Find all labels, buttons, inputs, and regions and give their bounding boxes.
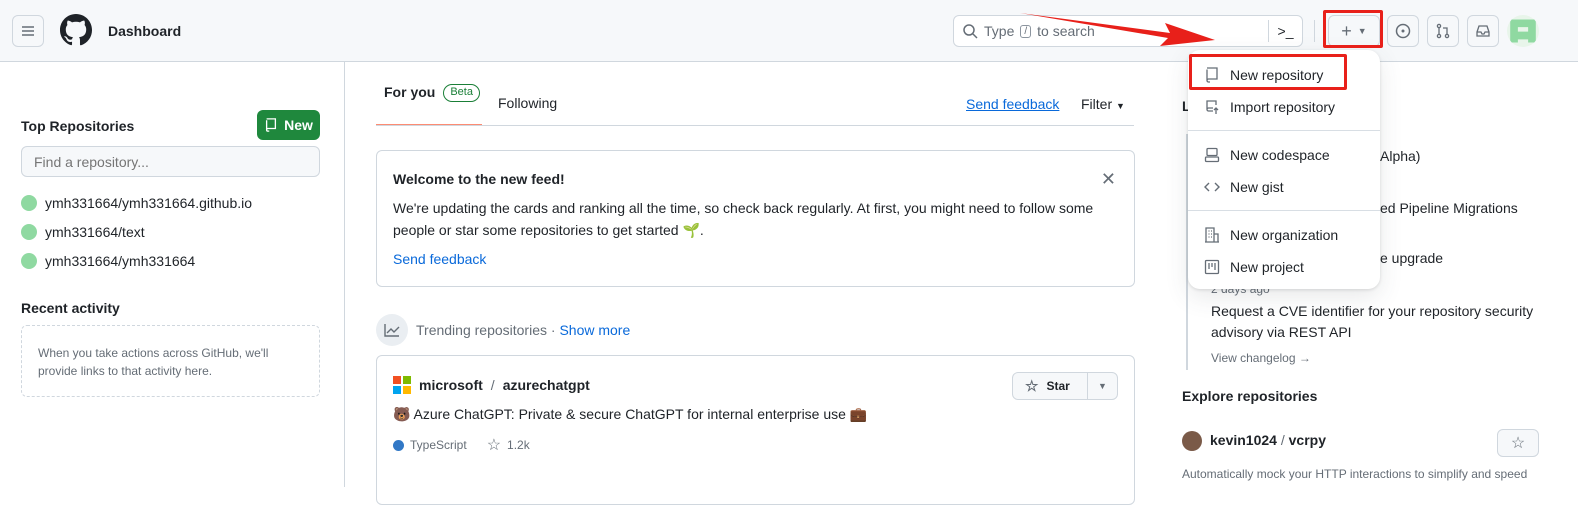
tab-for-you[interactable]: For you Beta [376, 84, 482, 126]
repo-list-item[interactable]: ymh331664/ymh331664.github.io [21, 195, 252, 224]
language-color-dot [393, 439, 404, 451]
sidebar: Top Repositories New ymh331664/ymh331664… [0, 62, 345, 487]
triangle-down-icon: ▼ [1116, 101, 1125, 111]
show-more-link[interactable]: Show more [559, 322, 630, 338]
menu-item-new-gist[interactable]: New gist [1188, 171, 1380, 203]
issues-button[interactable] [1387, 15, 1419, 47]
top-repositories-title: Top Repositories [21, 118, 135, 134]
explore-title: Explore repositories [1182, 388, 1318, 404]
explore-description: Automatically mock your HTTP interaction… [1182, 467, 1528, 481]
close-icon[interactable]: ✕ [1101, 169, 1116, 190]
inbox-button[interactable] [1467, 15, 1499, 47]
organization-icon [1205, 227, 1219, 243]
welcome-feedback-link[interactable]: Send feedback [393, 251, 1118, 267]
star-icon: ☆ [1025, 378, 1039, 395]
welcome-title: Welcome to the new feed! [393, 171, 565, 187]
repo-list-item[interactable]: ymh331664/ymh331664 [21, 253, 252, 282]
trending-repo-card: microsoft / azurechatgpt ☆ Star ▼ 🐻 Azure C… [376, 355, 1135, 505]
find-repository-input[interactable] [21, 146, 320, 177]
menu-divider [1188, 210, 1380, 211]
recent-activity-empty: When you take actions across GitHub, we'… [21, 325, 320, 397]
pull-requests-button[interactable] [1427, 15, 1459, 47]
identicon-icon [21, 195, 37, 211]
annotation-arrow [1020, 13, 1215, 46]
menu-item-new-project[interactable]: New project [1188, 251, 1380, 283]
codespaces-icon [1204, 147, 1220, 163]
code-icon [1204, 182, 1220, 192]
change-item[interactable]: e upgrade [1380, 250, 1443, 266]
command-palette-icon[interactable]: >_ [1268, 20, 1302, 42]
divider [1314, 20, 1315, 42]
project-icon [1204, 259, 1220, 275]
repo-title[interactable]: microsoft / azurechatgpt [393, 376, 1118, 394]
menu-item-import-repository[interactable]: Import repository [1188, 91, 1380, 123]
inbox-icon [1476, 25, 1490, 37]
explore-repo-title[interactable]: kevin1024 / vcrpy [1210, 432, 1326, 448]
github-logo-icon[interactable] [60, 14, 92, 46]
star-icon: ☆ [1510, 435, 1526, 452]
star-dropdown[interactable]: ▼ [1087, 373, 1117, 399]
star-button[interactable]: ☆ Star ▼ [1012, 372, 1118, 400]
explore-avatar [1182, 431, 1202, 451]
new-label: New [284, 117, 313, 133]
menu-item-new-codespace[interactable]: New codespace [1188, 139, 1380, 171]
git-pull-request-icon [1436, 23, 1450, 39]
feed: For you Beta Following Send feedback Filt… [346, 62, 1156, 505]
view-changelog-link[interactable]: View changelog → [1211, 351, 1311, 365]
change-item[interactable]: Request a CVE identifier for your reposi… [1211, 301, 1551, 343]
identicon-icon [1510, 19, 1536, 43]
menu-divider [1188, 130, 1380, 131]
trending-icon [376, 314, 408, 346]
beta-badge: Beta [443, 84, 480, 102]
send-feedback-link[interactable]: Send feedback [966, 96, 1059, 112]
page-title: Dashboard [108, 23, 182, 39]
tabs-divider [376, 125, 1134, 126]
issue-opened-icon [1395, 23, 1411, 39]
repo-push-icon [1206, 100, 1219, 114]
recent-activity-title: Recent activity [21, 300, 120, 316]
annotation-box [1189, 54, 1347, 90]
trending-header: Trending repositories · Show more [416, 322, 631, 338]
repo-meta: TypeScript ☆ 1.2k [393, 435, 1118, 455]
welcome-card: Welcome to the new feed! We're updating … [376, 150, 1135, 287]
menu-item-new-organization[interactable]: New organization [1188, 219, 1380, 251]
hamburger-icon [22, 26, 34, 36]
repo-icon [266, 118, 277, 132]
repo-list-item[interactable]: ymh331664/text [21, 224, 252, 253]
explore-star-button[interactable]: ☆ [1497, 429, 1539, 457]
repo-description: 🐻 Azure ChatGPT: Private & secure ChatGP… [393, 406, 868, 422]
search-prefix: Type [984, 23, 1015, 39]
repo-list: ymh331664/ymh331664.github.io ymh331664/… [21, 195, 252, 282]
welcome-body: We're updating the cards and ranking all… [393, 200, 1094, 238]
filter-button[interactable]: Filter ▼ [1081, 96, 1125, 112]
change-item[interactable]: ed Pipeline Migrations [1380, 200, 1518, 216]
search-icon [963, 24, 978, 39]
identicon-icon [21, 224, 37, 240]
tab-following[interactable]: Following [498, 95, 557, 111]
star-icon: ☆ [486, 437, 502, 454]
annotation-box [1323, 10, 1383, 48]
identicon-icon [21, 253, 37, 269]
change-item[interactable]: Alpha) [1380, 148, 1420, 164]
microsoft-logo-icon [393, 376, 411, 394]
new-repo-button[interactable]: New [257, 110, 320, 140]
avatar[interactable] [1507, 15, 1539, 47]
menu-button[interactable] [12, 15, 44, 47]
